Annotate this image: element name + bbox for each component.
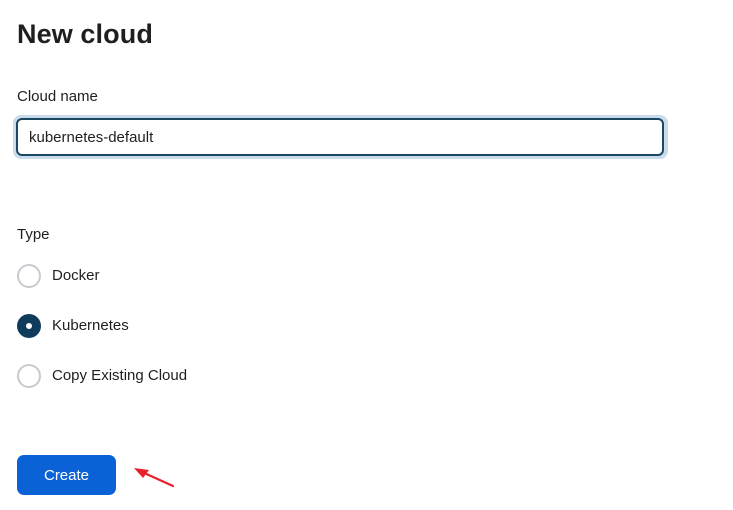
radio-option-copy-existing-cloud[interactable]: Copy Existing Cloud — [17, 364, 187, 388]
annotation-arrow-icon — [134, 468, 175, 488]
new-cloud-page: New cloud Cloud name Type Docker Kuberne… — [0, 0, 733, 510]
radio-option-kubernetes[interactable]: Kubernetes — [17, 314, 129, 338]
radio-button-docker[interactable] — [17, 264, 41, 288]
radio-label-copy-existing-cloud: Copy Existing Cloud — [52, 367, 188, 384]
radio-button-kubernetes[interactable] — [17, 314, 41, 338]
cloud-name-input[interactable] — [16, 118, 664, 156]
cloud-name-label: Cloud name — [17, 88, 98, 105]
radio-selected-dot — [26, 323, 32, 329]
create-button[interactable]: Create — [17, 455, 116, 495]
page-title: New cloud — [17, 19, 153, 49]
radio-option-docker[interactable]: Docker — [17, 264, 100, 288]
radio-label-kubernetes: Kubernetes — [52, 317, 129, 334]
radio-label-docker: Docker — [52, 267, 100, 284]
radio-button-copy-existing-cloud[interactable] — [17, 364, 41, 388]
type-label: Type — [17, 226, 50, 243]
